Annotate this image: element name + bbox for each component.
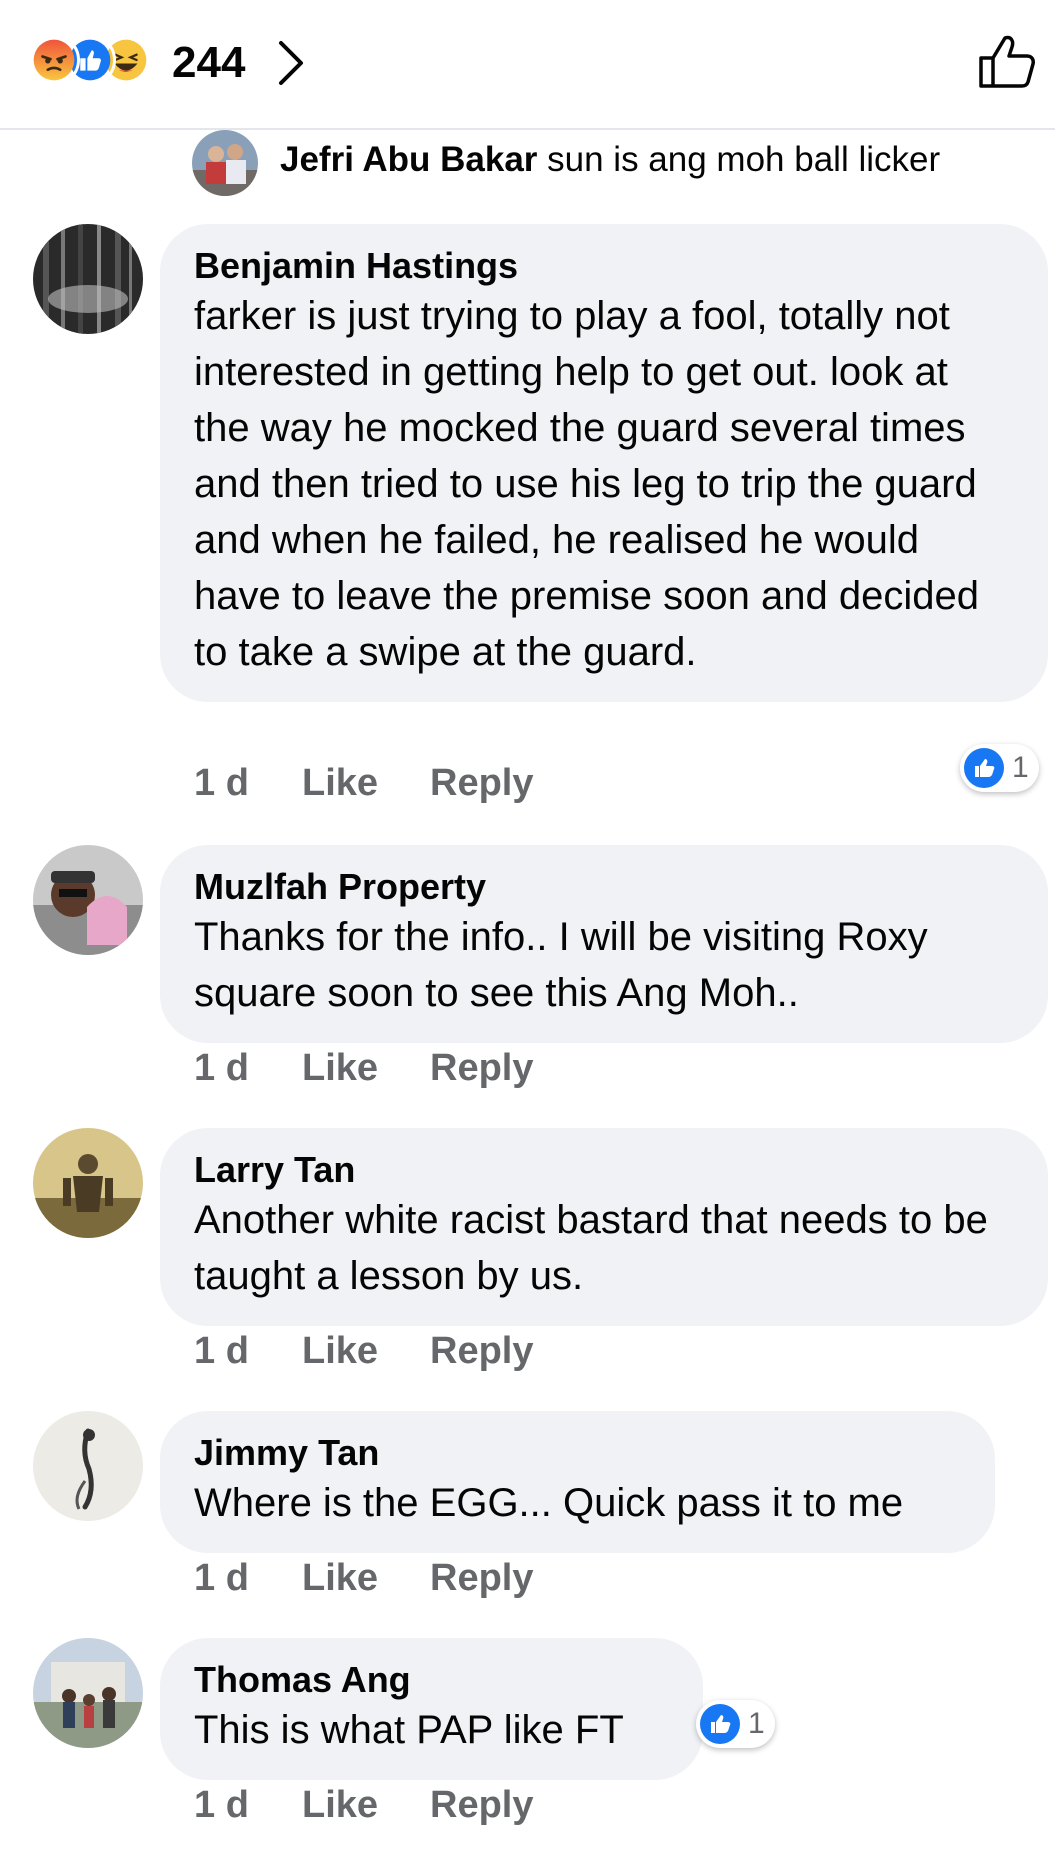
like-button-icon[interactable]: [975, 30, 1037, 92]
comment-bubble: Muzlfah Property Thanks for the info.. I…: [160, 845, 1048, 1043]
like-thumb-icon: [964, 748, 1004, 788]
like-thumb-icon: [700, 1704, 740, 1744]
comment-text: Another white racist bastard that needs …: [194, 1198, 988, 1298]
comment-text: Where is the EGG... Quick pass it to me: [194, 1481, 904, 1525]
comment-bubble: Jimmy Tan Where is the EGG... Quick pass…: [160, 1411, 995, 1553]
timestamp[interactable]: 1 d: [194, 1557, 249, 1600]
timestamp[interactable]: 1 d: [194, 1784, 249, 1827]
avatar[interactable]: [33, 1128, 143, 1238]
comment-author[interactable]: Thomas Ang: [194, 1658, 669, 1702]
avatar[interactable]: [33, 1638, 143, 1748]
reply-link[interactable]: Reply: [430, 1784, 533, 1827]
reply-text: sun is ang moh ball licker: [547, 140, 941, 179]
like-count: 1: [1012, 751, 1029, 784]
reaction-count[interactable]: 244: [172, 38, 245, 88]
like-link[interactable]: Like: [302, 1784, 378, 1827]
avatar[interactable]: [33, 224, 143, 334]
avatar[interactable]: [33, 1411, 143, 1521]
comment-bubble: Thomas Ang This is what PAP like FT: [160, 1638, 703, 1780]
like-link[interactable]: Like: [302, 1047, 378, 1090]
comment-bubble: Benjamin Hastings farker is just trying …: [160, 224, 1048, 702]
reply-link[interactable]: Reply: [430, 762, 533, 805]
like-link[interactable]: Like: [302, 762, 378, 805]
comment-text: Thanks for the info.. I will be visiting…: [194, 915, 928, 1015]
chevron-right-icon[interactable]: [276, 38, 306, 88]
like-count: 1: [748, 1707, 765, 1740]
like-link[interactable]: Like: [302, 1557, 378, 1600]
comment-text: farker is just trying to play a fool, to…: [194, 294, 979, 674]
timestamp[interactable]: 1 d: [194, 1047, 249, 1090]
reply-author[interactable]: Jefri Abu Bakar: [280, 140, 537, 179]
timestamp[interactable]: 1 d: [194, 762, 249, 805]
reply-link[interactable]: Reply: [430, 1557, 533, 1600]
comment-author[interactable]: Larry Tan: [194, 1148, 1014, 1192]
comment-text: This is what PAP like FT: [194, 1708, 624, 1752]
like-count-badge[interactable]: 1: [696, 1700, 775, 1748]
avatar[interactable]: [33, 845, 143, 955]
angry-face-icon: [28, 34, 80, 86]
comment-author[interactable]: Benjamin Hastings: [194, 244, 1014, 288]
reply-link[interactable]: Reply: [430, 1047, 533, 1090]
comment-author[interactable]: Muzlfah Property: [194, 865, 1014, 909]
comment-author[interactable]: Jimmy Tan: [194, 1431, 961, 1475]
comment-bubble: Larry Tan Another white racist bastard t…: [160, 1128, 1048, 1326]
like-link[interactable]: Like: [302, 1330, 378, 1373]
like-count-badge[interactable]: 1: [960, 744, 1039, 792]
timestamp[interactable]: 1 d: [194, 1330, 249, 1373]
reply-link[interactable]: Reply: [430, 1330, 533, 1373]
avatar[interactable]: [192, 130, 258, 196]
reactions-bar: 244: [0, 0, 1055, 130]
